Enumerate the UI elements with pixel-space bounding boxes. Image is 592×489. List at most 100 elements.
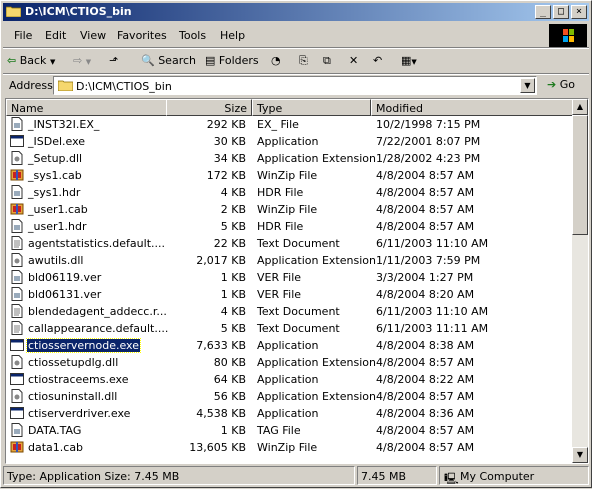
title-bar[interactable]: D:\ICM\CTIOS_bin _ □ × [3,3,589,21]
column-header-type[interactable]: Type [252,99,371,116]
text-document-icon [10,236,24,251]
file-modified: 10/2/1998 7:15 PM [376,118,481,131]
winzip-icon [10,168,24,183]
file-type: Application [257,373,319,386]
file-row[interactable]: awutils.dll 2,017 KB Application Extension… [6,252,572,269]
file-modified: 1/11/2003 7:59 PM [376,254,481,267]
undo-button[interactable]: ↶ [373,53,391,69]
file-name: _user1.hdr [28,220,87,233]
scroll-down-button[interactable]: ▼ [572,447,588,463]
close-button[interactable]: × [571,5,587,19]
move-to-button[interactable]: ⎘ [299,53,317,69]
file-row[interactable]: DATA.TAG 1 KB TAG File 4/8/2004 8:57 AM [6,422,572,439]
copy-to-icon: ⧉ [323,54,331,67]
address-input[interactable]: D:\ICM\CTIOS_bin ▼ [53,76,537,95]
file-modified: 4/8/2004 8:57 AM [376,390,475,403]
file-row[interactable]: ctiosservernode.exe 7,633 KB Application 4/… [6,337,572,354]
forward-button[interactable]: ⇨ ▼ [73,53,103,69]
delete-button[interactable]: ✕ [349,53,367,69]
file-row[interactable]: bld06119.ver 1 KB VER File 3/3/2004 1:27 PM [6,269,572,286]
file-size: 5 KB [220,322,246,335]
file-row[interactable]: _sys1.hdr 4 KB HDR File 4/8/2004 8:57 AM [6,184,572,201]
dll-icon [10,151,24,166]
maximize-button[interactable]: □ [553,5,569,19]
file-type: Application Extension [257,356,376,369]
folders-button[interactable]: ▤ Folders [205,53,265,69]
file-modified: 4/8/2004 8:36 AM [376,407,475,420]
file-size: 2,017 KB [196,254,246,267]
delete-icon: ✕ [349,54,359,67]
go-arrow-icon: ➔ [547,78,557,91]
file-row[interactable]: _sys1.cab 172 KB WinZip File 4/8/2004 8:57 … [6,167,572,184]
minimize-button[interactable]: _ [535,5,551,19]
file-row[interactable]: bld06131.ver 1 KB VER File 4/8/2004 8:20 AM [6,286,572,303]
windows-flag-icon [563,29,574,42]
file-row[interactable]: ctiossetupdlg.dll 80 KB Application Extens… [6,354,572,371]
text-document-icon [10,304,24,319]
views-button[interactable]: ▦▼ [401,53,427,69]
scroll-up-button[interactable]: ▲ [572,99,588,115]
address-value: D:\ICM\CTIOS_bin [76,80,172,93]
file-name: ctiossetupdlg.dll [28,356,119,369]
copy-to-button[interactable]: ⧉ [323,53,341,69]
application-icon [10,406,24,421]
address-bar: Address D:\ICM\CTIOS_bin ▼ ➔ Go [3,75,589,97]
history-button[interactable]: ◔ [271,53,289,69]
dll-icon [10,355,24,370]
file-modified: 6/11/2003 11:10 AM [376,237,489,250]
status-bar: Type: Application Size: 7.45 MB 7.45 MB … [3,466,589,486]
file-size: 4,538 KB [196,407,246,420]
search-button[interactable]: 🔍 Search [141,53,197,69]
menu-tools[interactable]: Tools [179,29,206,42]
folder-icon [6,6,21,17]
my-computer-icon: 🖳 [444,472,459,485]
scroll-thumb[interactable] [572,115,588,235]
toolbar: ⇦ Back ▼ ⇨ ▼ ⬏ 🔍 Search ▤ Folders ◔ ⎘ ⧉ … [3,49,589,73]
file-type: Text Document [257,305,340,318]
vertical-scrollbar[interactable]: ▲ ▼ [572,99,588,463]
file-row[interactable]: ctiostraceems.exe 64 KB Application 4/8/200… [6,371,572,388]
column-header-modified[interactable]: Modified [371,99,573,116]
file-row[interactable]: blendedagent_addecc.r... 4 KB Text Documen… [6,303,572,320]
file-name: blendedagent_addecc.r... [28,305,167,318]
file-row[interactable]: _INST32I.EX_ 292 KB EX_ File 10/2/1998 7:15… [6,116,572,133]
file-type: Application [257,339,319,352]
file-row[interactable]: _user1.hdr 5 KB HDR File 4/8/2004 8:57 AM [6,218,572,235]
dll-icon [10,253,24,268]
file-row[interactable]: _Setup.dll 34 KB Application Extension 1/28… [6,150,572,167]
menu-view[interactable]: View [80,29,106,42]
file-row[interactable]: callappearance.default.... 5 KB Text Docum… [6,320,572,337]
file-type: Text Document [257,237,340,250]
file-size: 80 KB [213,356,246,369]
file-modified: 4/8/2004 8:57 AM [376,424,475,437]
file-name: _sys1.hdr [28,186,81,199]
file-row[interactable]: agentstatistics.default.... 22 KB Text Doc… [6,235,572,252]
column-header-size[interactable]: Size [166,99,252,116]
file-name: ctiostraceems.exe [28,373,129,386]
menu-edit[interactable]: Edit [45,29,66,42]
file-row[interactable]: ctiosuninstall.dll 56 KB Application Exten… [6,388,572,405]
file-name: agentstatistics.default.... [28,237,165,250]
go-button[interactable]: ➔ Go [547,78,575,91]
menu-bar: File Edit View Favorites Tools Help [3,25,549,45]
file-size: 56 KB [213,390,246,403]
up-folder-button[interactable]: ⬏ [109,53,127,69]
file-row[interactable]: ctiserverdriver.exe 4,538 KB Application 4/… [6,405,572,422]
file-size: 292 KB [206,118,246,131]
file-row[interactable]: _user1.cab 2 KB WinZip File 4/8/2004 8:57 A… [6,201,572,218]
file-row[interactable]: _ISDel.exe 30 KB Application 7/22/2001 8:07… [6,133,572,150]
file-size: 64 KB [213,373,246,386]
file-name: _user1.cab [28,203,88,216]
menu-file[interactable]: File [14,29,32,42]
file-row[interactable]: data1.cab 13,605 KB WinZip File 4/8/2004 8:… [6,439,572,456]
menu-help[interactable]: Help [220,29,245,42]
file-size: 22 KB [213,237,246,250]
file-list[interactable]: Name Size Type Modified _INST32I.EX_ 292 … [5,98,589,464]
dll-icon [10,389,24,404]
menu-favorites[interactable]: Favorites [117,29,167,42]
file-type: EX_ File [257,118,299,131]
file-modified: 4/8/2004 8:57 AM [376,169,475,182]
back-button[interactable]: ⇦ Back ▼ [7,53,57,69]
generic-file-icon [10,287,24,302]
address-dropdown-button[interactable]: ▼ [520,78,535,93]
